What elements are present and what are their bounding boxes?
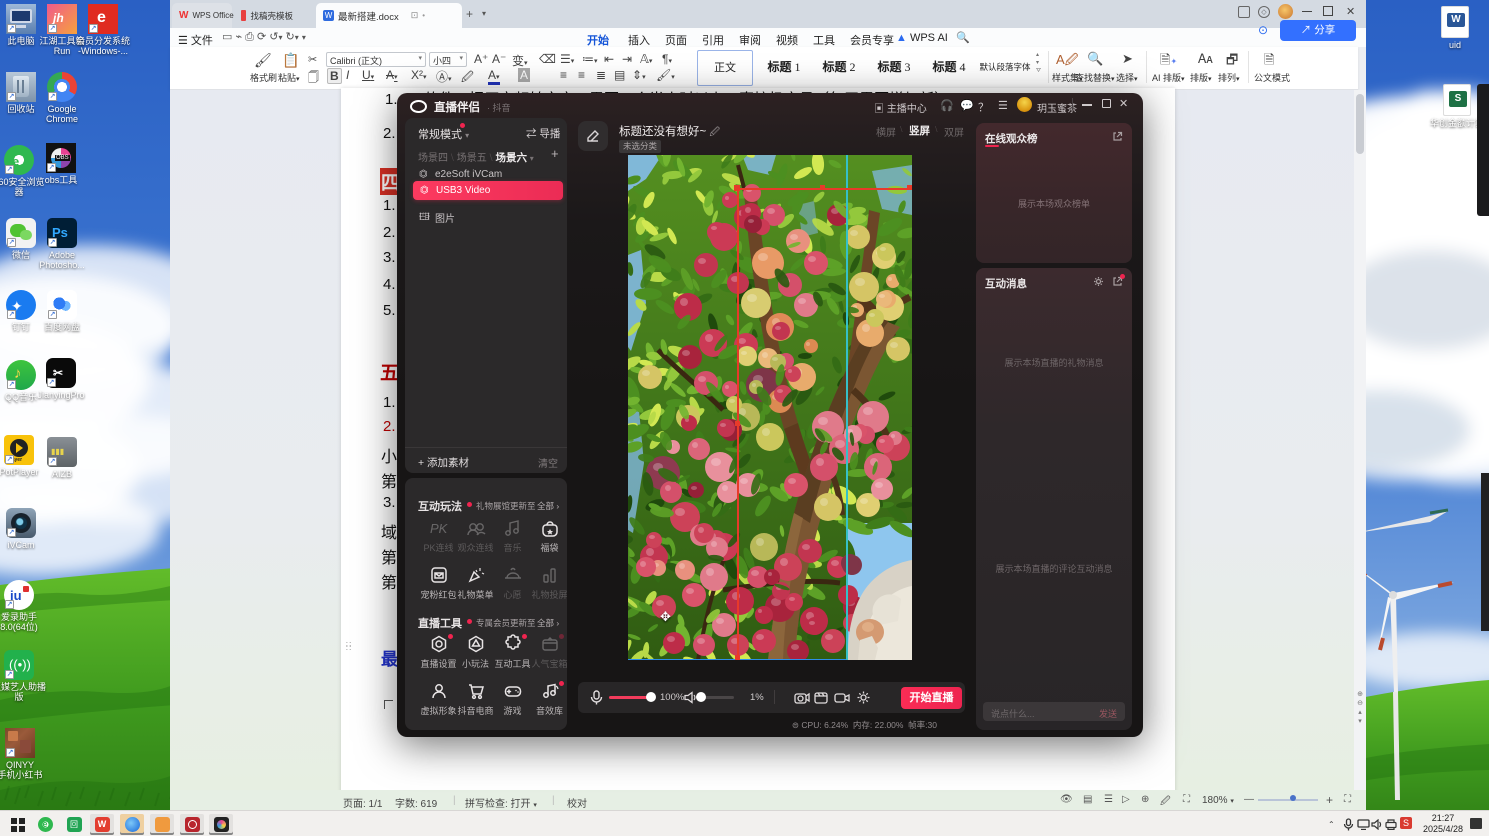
svg-text:PK: PK xyxy=(430,521,449,536)
